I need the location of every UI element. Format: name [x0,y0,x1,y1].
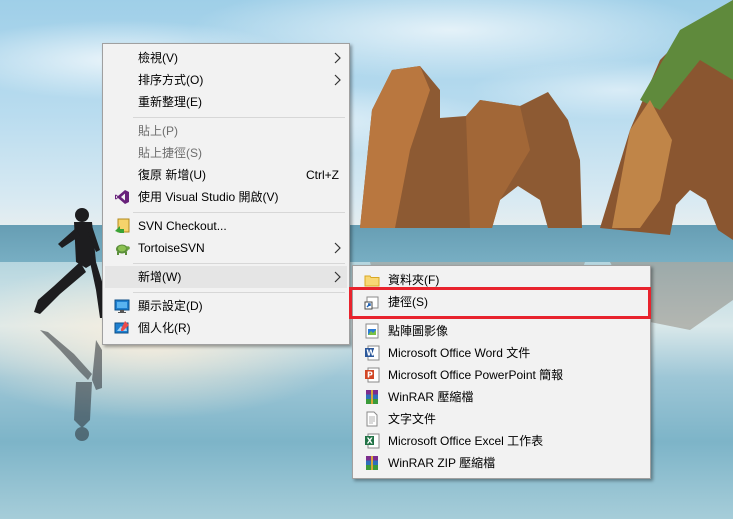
folder-icon [364,275,380,287]
menu-item-label: 檢視(V) [138,51,178,65]
submenu-arrow-icon [334,242,341,254]
menu-item-label: 點陣圖影像 [388,324,449,338]
svn-checkout-icon [115,218,130,233]
menu-item-label: WinRAR 壓縮檔 [388,390,474,404]
winrar-icon [366,390,378,404]
tortoisesvn-icon [116,244,130,255]
menu-item-label: 使用 Visual Studio 開啟(V) [138,190,279,204]
menu-item-paste[interactable]: 貼上(P) [105,120,347,142]
menu-separator [133,117,345,118]
menu-item-label: Microsoft Office Word 文件 [388,346,531,360]
text-document-icon [366,411,378,427]
menu-item-paste-shortcut[interactable]: 貼上捷徑(S) [105,142,347,164]
display-settings-icon [114,299,130,313]
menu-item-personalize[interactable]: 個人化(R) [105,317,347,339]
menu-item-tortoisesvn[interactable]: TortoiseSVN [105,237,347,259]
menu-item-svn-checkout[interactable]: SVN Checkout... [105,215,347,237]
submenu-item-excel-worksheet[interactable]: X Microsoft Office Excel 工作表 [355,430,648,452]
submenu-item-bitmap[interactable]: 點陣圖影像 [355,320,648,342]
shortcut-key: Ctrl+Z [306,168,339,182]
menu-item-display-settings[interactable]: 顯示設定(D) [105,295,347,317]
menu-item-label: WinRAR ZIP 壓縮檔 [388,456,496,470]
word-icon: W [365,345,380,361]
submenu-item-word-document[interactable]: W Microsoft Office Word 文件 [355,342,648,364]
menu-item-label: 復原 新增(U) [138,168,206,182]
menu-item-label: TortoiseSVN [138,241,205,255]
menu-item-refresh[interactable]: 重新整理(E) [105,91,347,113]
submenu-arrow-icon [334,271,341,283]
menu-item-label: 排序方式(O) [138,73,204,87]
excel-icon: X [365,433,380,449]
submenu-item-winrar-zip-archive[interactable]: WinRAR ZIP 壓縮檔 [355,452,648,474]
menu-item-label: 顯示設定(D) [138,299,203,313]
menu-item-sort-by[interactable]: 排序方式(O) [105,69,347,91]
menu-item-view[interactable]: 檢視(V) [105,47,347,69]
menu-item-open-with-visual-studio[interactable]: 使用 Visual Studio 開啟(V) [105,186,347,208]
svg-text:X: X [367,437,374,446]
menu-item-label: 資料夾(F) [388,273,440,287]
desktop-context-menu: 檢視(V) 排序方式(O) 重新整理(E) 貼上(P) 貼上捷徑(S) 復原 新… [102,43,350,345]
submenu-arrow-icon [334,52,341,64]
submenu-item-text-document[interactable]: 文字文件 [355,408,648,430]
menu-item-label: Microsoft Office Excel 工作表 [388,434,544,448]
annotation-highlight-box [349,287,651,319]
menu-item-label: 貼上(P) [138,124,178,138]
visual-studio-icon [115,190,129,204]
menu-item-label: Microsoft Office PowerPoint 簡報 [388,368,564,382]
bitmap-icon [365,323,379,339]
menu-item-new[interactable]: 新增(W) [105,266,347,288]
menu-item-label: 文字文件 [388,412,437,426]
submenu-item-winrar-archive[interactable]: WinRAR 壓縮檔 [355,386,648,408]
menu-separator [133,212,345,213]
menu-item-label: SVN Checkout... [138,219,227,233]
menu-separator [133,263,345,264]
menu-item-label: 個人化(R) [138,321,191,335]
menu-item-label: 新增(W) [138,270,182,284]
svg-text:W: W [366,349,375,358]
menu-item-label: 重新整理(E) [138,95,202,109]
menu-separator [133,292,345,293]
submenu-arrow-icon [334,74,341,86]
svg-text:P: P [367,371,373,380]
powerpoint-icon: P [365,367,380,383]
menu-item-label: 貼上捷徑(S) [138,146,202,160]
personalize-icon [114,321,129,334]
winrar-zip-icon [366,456,378,470]
submenu-item-powerpoint-presentation[interactable]: P Microsoft Office PowerPoint 簡報 [355,364,648,386]
menu-item-undo-new[interactable]: 復原 新增(U) Ctrl+Z [105,164,347,186]
